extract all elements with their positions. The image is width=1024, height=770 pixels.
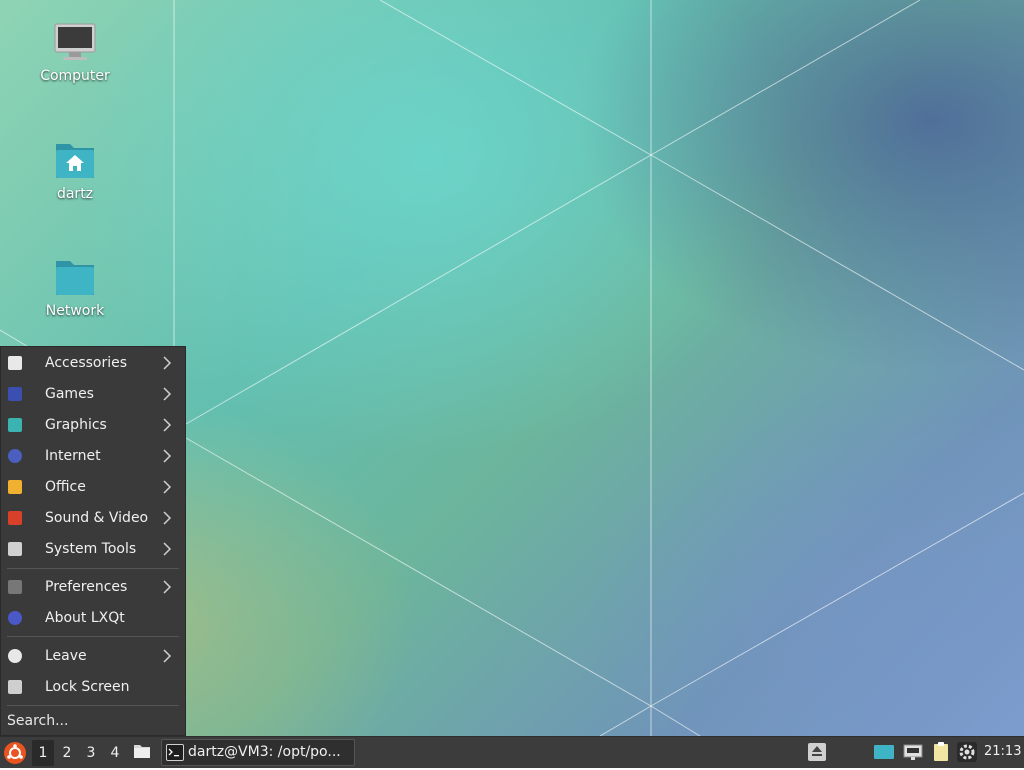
desktop-icon-network[interactable]: Network (25, 255, 125, 319)
clipboard-icon (934, 742, 948, 761)
menu-separator (7, 636, 179, 637)
computer-icon (53, 20, 97, 64)
chevron-right-icon (163, 387, 172, 401)
desktop-icon-label: Computer (40, 68, 110, 84)
chevron-right-icon (163, 580, 172, 594)
desktop-icon (874, 745, 894, 759)
network-icon (903, 744, 923, 760)
network-tray-button[interactable] (902, 741, 924, 763)
power-icon (8, 649, 22, 663)
desktop-icon-label: Network (45, 303, 105, 319)
graphics-icon (8, 418, 22, 432)
menu-item-internet[interactable]: Internet (1, 441, 185, 472)
chevron-right-icon (163, 418, 172, 432)
menu-item-games[interactable]: Games (1, 379, 185, 410)
chevron-right-icon (163, 542, 172, 556)
start-icon (4, 742, 26, 764)
menu-item-about-lxqt[interactable]: About LXQt (1, 603, 185, 634)
settings-tray-button[interactable] (956, 741, 978, 763)
menu-separator (7, 705, 179, 706)
clipboard-tray-button[interactable] (930, 741, 952, 763)
eject-icon (808, 743, 826, 761)
home-folder-icon (53, 138, 97, 182)
workspace-2-button[interactable]: 2 (56, 740, 78, 766)
menu-item-lock-screen[interactable]: Lock Screen (1, 672, 185, 703)
chevron-right-icon (163, 511, 172, 525)
menu-search-input[interactable]: Search... (7, 713, 68, 729)
internet-icon (8, 449, 22, 463)
menu-item-office[interactable]: Office (1, 472, 185, 503)
workspace-1-button[interactable]: 1 (32, 740, 54, 766)
system-tools-icon (8, 542, 22, 556)
chevron-right-icon (163, 356, 172, 370)
desktop-icon-computer[interactable]: Computer (25, 20, 125, 84)
workspace-4-button[interactable]: 4 (104, 740, 126, 766)
show-desktop-button[interactable] (873, 741, 895, 763)
sound-video-icon (8, 511, 22, 525)
menu-item-system-tools[interactable]: System Tools (1, 534, 185, 565)
gear-icon (957, 742, 977, 762)
office-icon (8, 480, 22, 494)
menu-item-leave[interactable]: Leave (1, 641, 185, 672)
taskbar: 1 2 3 4 dartz@VM3: /opt/po... 21:13 (0, 736, 1024, 768)
file-manager-launcher[interactable] (132, 741, 154, 763)
workspace-3-button[interactable]: 3 (80, 740, 102, 766)
eject-button[interactable] (806, 741, 828, 763)
folder-icon (134, 745, 150, 758)
menu-item-graphics[interactable]: Graphics (1, 410, 185, 441)
menu-item-preferences[interactable]: Preferences (1, 572, 185, 603)
desktop-icon-label: dartz (56, 186, 94, 202)
menu-item-accessories[interactable]: Accessories (1, 348, 185, 379)
chevron-right-icon (163, 449, 172, 463)
menu-item-sound-video[interactable]: Sound & Video (1, 503, 185, 534)
start-menu: Accessories Games Graphics Internet Offi… (0, 346, 186, 736)
start-menu-button[interactable] (2, 740, 28, 766)
desktop-icon-home[interactable]: dartz (25, 138, 125, 202)
taskbar-task-terminal[interactable]: dartz@VM3: /opt/po... (161, 739, 355, 766)
chevron-right-icon (163, 649, 172, 663)
lock-screen-icon (8, 680, 22, 694)
preferences-icon (8, 580, 22, 594)
network-folder-icon (53, 255, 97, 299)
accessories-icon (8, 356, 22, 370)
games-icon (8, 387, 22, 401)
terminal-icon (166, 744, 184, 761)
menu-separator (7, 568, 179, 569)
chevron-right-icon (163, 480, 172, 494)
clock[interactable]: 21:13 (984, 744, 1021, 759)
about-icon (8, 611, 22, 625)
